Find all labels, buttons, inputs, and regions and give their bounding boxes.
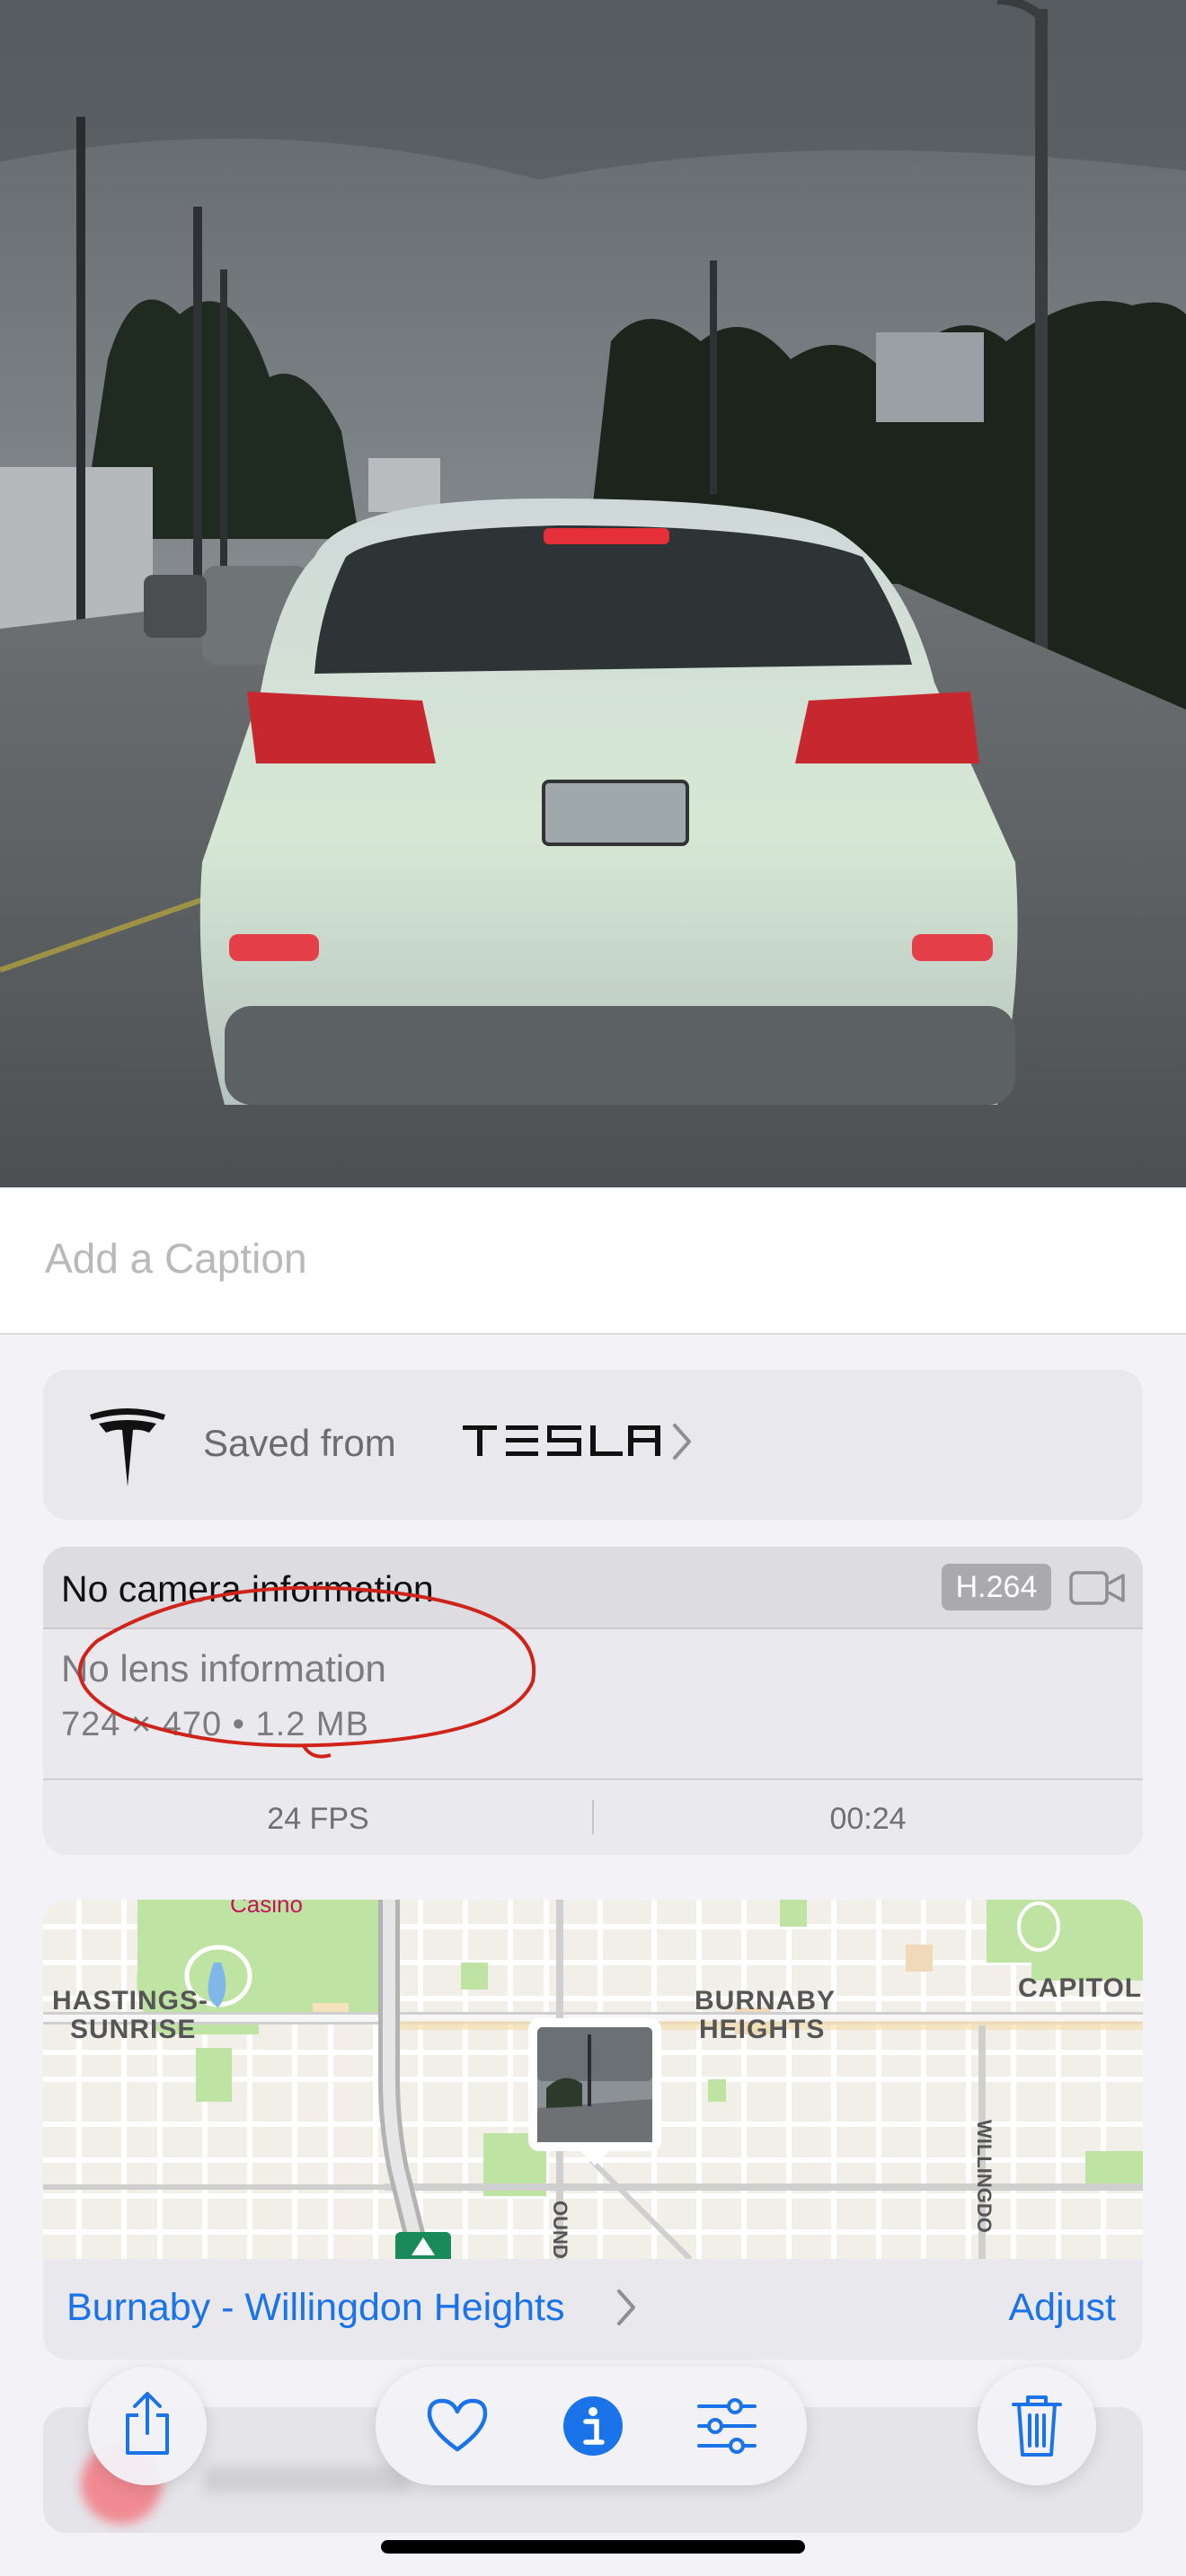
street-map: Casino HASTINGS- SUNRISE BURNABY HEIGHTS… (43, 1900, 1143, 2259)
info-icon[interactable] (562, 2395, 624, 2457)
delete-button[interactable] (978, 2367, 1096, 2485)
chevron-right-icon (673, 1424, 691, 1460)
saved-from-row[interactable]: Saved from (43, 1370, 1143, 1520)
map-label-burnaby-2: HEIGHTS (699, 2015, 825, 2044)
map-label-poi: Casino (230, 1900, 303, 1918)
adjust-sliders-icon[interactable] (695, 2397, 758, 2455)
saved-from-label: Saved from (203, 1422, 396, 1464)
tesla-wordmark (463, 1425, 660, 1456)
map-label-capitol: CAPITOL H (1018, 1973, 1143, 2003)
photo-location-pin[interactable] (528, 2018, 661, 2166)
fps-label: 24 FPS (267, 1802, 369, 1836)
dimensions-size-label: 724 × 470 • 1.2 MB (61, 1706, 369, 1743)
camera-info-label: No camera information (61, 1568, 434, 1610)
home-indicator[interactable] (381, 2540, 805, 2554)
media-info-card: No camera information H.264 No lens info… (43, 1547, 1143, 1855)
caption-placeholder: Add a Caption (45, 1235, 307, 1282)
duration-label: 00:24 (829, 1802, 907, 1836)
location-name-link[interactable]: Burnaby - Willingdon Heights (66, 2286, 565, 2330)
lens-info-label: No lens information (61, 1647, 386, 1689)
video-stats-row: 24 FPS 00:24 (43, 1778, 1143, 1855)
heart-icon[interactable] (426, 2397, 489, 2453)
dashcam-video-frame (0, 0, 1186, 1187)
share-button[interactable] (88, 2367, 207, 2485)
video-camera-icon (1069, 1571, 1125, 1605)
map-label-burnaby-1: BURNABY (695, 1986, 836, 2016)
map-label-hastings-2: SUNRISE (70, 2015, 196, 2044)
map-label-boundary-street: OUNDAR (549, 2201, 571, 2259)
chevron-right-icon (617, 2289, 635, 2325)
location-map-card[interactable]: Casino HASTINGS- SUNRISE BURNABY HEIGHTS… (43, 1900, 1143, 2360)
tesla-t-logo-icon (90, 1408, 165, 1486)
photo-viewer[interactable] (0, 0, 1186, 1187)
photo-action-bar (376, 2367, 807, 2485)
blurred-text (203, 2466, 410, 2493)
map-view[interactable]: Casino HASTINGS- SUNRISE BURNABY HEIGHTS… (43, 1900, 1143, 2259)
caption-field[interactable]: Add a Caption (0, 1187, 1186, 1335)
trash-icon (1012, 2395, 1062, 2457)
codec-badge: H.264 (942, 1564, 1051, 1610)
map-label-hastings-1: HASTINGS- (52, 1986, 208, 2016)
adjust-location-button[interactable]: Adjust (1008, 2286, 1116, 2330)
share-icon (126, 2392, 169, 2455)
camera-header: No camera information H.264 (43, 1547, 1143, 1629)
map-label-willingdon-street: WILLINGDO (973, 2120, 996, 2233)
